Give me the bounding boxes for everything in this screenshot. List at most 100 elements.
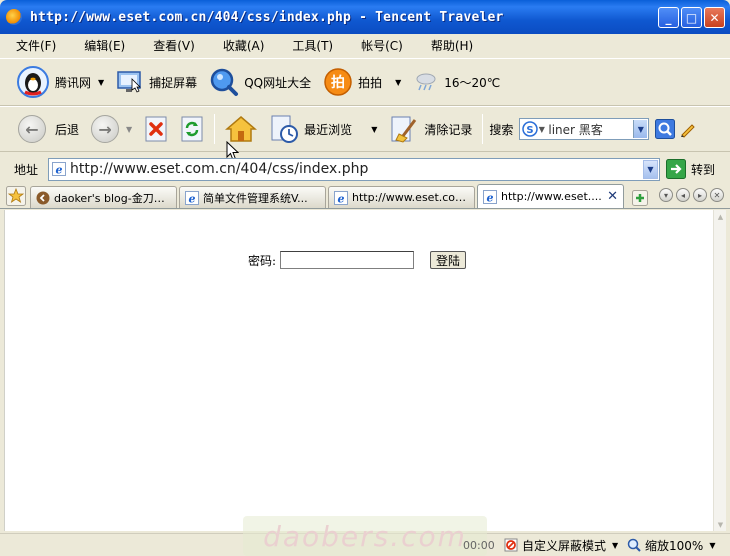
search-dropdown-button[interactable]: ▼ <box>633 120 648 138</box>
tab-daoker-blog[interactable]: daoker's blog-金刀客... <box>30 186 177 208</box>
highlight-pen-icon[interactable] <box>679 120 697 138</box>
svg-text:S: S <box>526 125 533 136</box>
search-engine-selector[interactable]: S ▼ <box>520 121 546 137</box>
minimize-button[interactable]: _ <box>658 7 679 28</box>
chevron-down-icon[interactable]: ▼ <box>98 78 104 87</box>
close-button[interactable]: ✕ <box>704 7 725 28</box>
weather-temperature: 16～20℃ <box>444 75 501 90</box>
capture-screen-button[interactable]: 捕捉屏幕 <box>110 64 203 100</box>
refresh-button[interactable] <box>174 111 210 147</box>
back-label: 后退 <box>55 122 80 137</box>
go-label: 转到 <box>691 162 716 177</box>
forward-button[interactable]: → ▼ <box>85 111 138 147</box>
window-controls: _ □ ✕ <box>658 7 725 28</box>
vertical-scrollbar[interactable]: ▲ ▼ <box>713 210 726 531</box>
weather-widget[interactable]: 16～20℃ <box>407 64 506 100</box>
qq-penguin-icon <box>16 65 50 99</box>
capture-screen-label: 捕捉屏幕 <box>149 75 198 90</box>
back-arrow-icon: ← <box>18 115 46 143</box>
ie-page-icon: e <box>52 162 66 176</box>
close-tab-icon[interactable]: ✕ <box>607 189 618 204</box>
chevron-down-icon[interactable]: ▼ <box>709 541 715 550</box>
login-form: 密码: 登陆 <box>248 251 467 269</box>
svg-text:e: e <box>56 164 63 177</box>
menu-view[interactable]: 查看(V) <box>145 35 195 56</box>
menu-favorites[interactable]: 收藏(A) <box>215 35 265 56</box>
tab-title: http://www.eset.... <box>501 190 602 203</box>
chevron-down-icon[interactable]: ▼ <box>126 125 132 134</box>
tab-title: 简单文件管理系统V... <box>203 191 308 205</box>
url-input[interactable]: e http://www.eset.com.cn/404/css/index.p… <box>48 157 660 181</box>
chevron-down-icon[interactable]: ▼ <box>612 541 618 550</box>
tab-scroll-icon[interactable]: ▸ <box>693 188 707 202</box>
search-input[interactable]: S ▼ liner 黑客 ▼ <box>519 118 650 140</box>
login-button[interactable]: 登陆 <box>430 251 467 269</box>
site-watermark: daobers.com <box>243 516 487 556</box>
clear-history-button[interactable]: 清除记录 <box>383 111 478 147</box>
weather-cloud-icon <box>413 69 439 95</box>
menu-account[interactable]: 帐号(C) <box>353 35 403 56</box>
tab-eset-1[interactable]: e http://www.eset.com... <box>328 186 475 208</box>
forward-arrow-icon: → <box>91 115 120 143</box>
menu-tools[interactable]: 工具(T) <box>284 35 333 56</box>
tencent-label: 腾讯网 <box>55 75 92 90</box>
zoom-control[interactable]: 缩放100% ▼ <box>627 537 715 554</box>
menu-edit[interactable]: 编辑(E) <box>76 35 125 56</box>
toolbar-separator <box>482 114 484 144</box>
filter-mode-button[interactable]: 自定义屏蔽模式 ▼ <box>504 537 618 554</box>
url-dropdown-button[interactable]: ▼ <box>643 159 658 179</box>
sogou-icon: S <box>522 121 538 137</box>
history-clock-icon <box>269 114 299 144</box>
status-time: 00:00 <box>463 538 495 552</box>
ie-page-icon: e <box>185 190 199 205</box>
search-label: 搜索 <box>489 122 514 137</box>
qq-sites-label: QQ网址大全 <box>244 75 312 90</box>
chevron-down-icon[interactable]: ▼ <box>395 78 401 87</box>
paipai-button[interactable]: 拍 拍拍 ▼ <box>317 64 407 100</box>
new-tab-icon[interactable] <box>632 190 648 206</box>
recent-browse-label: 最近浏览 <box>304 122 353 137</box>
go-button[interactable]: 转到 <box>666 159 715 179</box>
scroll-up-icon[interactable]: ▲ <box>714 210 727 223</box>
magnifier-globe-icon <box>209 67 239 97</box>
title-bar: http://www.eset.com.cn/404/css/index.php… <box>0 0 730 34</box>
tab-file-manager[interactable]: e 简单文件管理系统V... <box>179 186 326 208</box>
home-icon <box>225 114 258 144</box>
password-input[interactable] <box>280 251 415 269</box>
go-arrow-icon <box>666 159 686 179</box>
tab-list-icon[interactable]: ▾ <box>659 188 673 202</box>
chevron-down-icon[interactable]: ▼ <box>371 125 377 134</box>
qq-sites-button[interactable]: QQ网址大全 <box>203 64 317 100</box>
menu-bar: 文件(F) 编辑(E) 查看(V) 收藏(A) 工具(T) 帐号(C) 帮助(H… <box>0 34 730 56</box>
tab-close-all-icon[interactable]: ✕ <box>710 188 724 202</box>
search-go-icon[interactable] <box>655 119 676 139</box>
status-bar: daobers.com 00:00 自定义屏蔽模式 ▼ 缩放100% ▼ <box>0 516 730 556</box>
ie-page-icon: e <box>334 190 348 205</box>
window-title: http://www.eset.com.cn/404/css/index.php… <box>30 9 504 25</box>
maximize-button[interactable]: □ <box>681 7 702 28</box>
tab-eset-active[interactable]: e http://www.eset.... ✕ <box>477 184 624 208</box>
menu-help[interactable]: 帮助(H) <box>423 35 473 56</box>
paipai-label: 拍拍 <box>358 75 383 90</box>
password-label: 密码: <box>248 253 277 268</box>
filter-mode-label: 自定义屏蔽模式 <box>522 538 607 553</box>
clear-history-label: 清除记录 <box>424 122 473 137</box>
stop-button[interactable] <box>138 111 174 147</box>
recent-browse-button[interactable]: 最近浏览 ▼ <box>263 111 383 147</box>
tab-title: http://www.eset.com... <box>352 191 469 204</box>
navigation-toolbar: ← 后退 → ▼ 最近浏览 ▼ 清除记录 搜索 S ▼ liner 黑客 ▼ <box>0 106 730 152</box>
scroll-down-icon[interactable]: ▼ <box>714 518 727 531</box>
page-content: 密码: 登陆 <box>4 210 725 531</box>
address-bar: 地址 e http://www.eset.com.cn/404/css/inde… <box>0 154 730 184</box>
favorites-star-icon[interactable] <box>6 186 26 206</box>
url-text: http://www.eset.com.cn/404/css/index.php <box>70 161 369 177</box>
tab-restore-icon[interactable]: ◂ <box>676 188 690 202</box>
links-toolbar: 腾讯网 ▼ 捕捉屏幕 QQ网址大全 拍 拍拍 ▼ 16～20℃ <box>0 58 730 106</box>
tencent-button[interactable]: 腾讯网 ▼ <box>10 64 110 100</box>
menu-file[interactable]: 文件(F) <box>8 35 56 56</box>
blog-page-icon <box>36 191 50 205</box>
search-query: liner 黑客 <box>548 122 603 137</box>
stop-icon <box>144 116 168 142</box>
back-button[interactable]: ← 后退 <box>12 111 85 147</box>
tencent-traveler-icon <box>6 9 22 25</box>
